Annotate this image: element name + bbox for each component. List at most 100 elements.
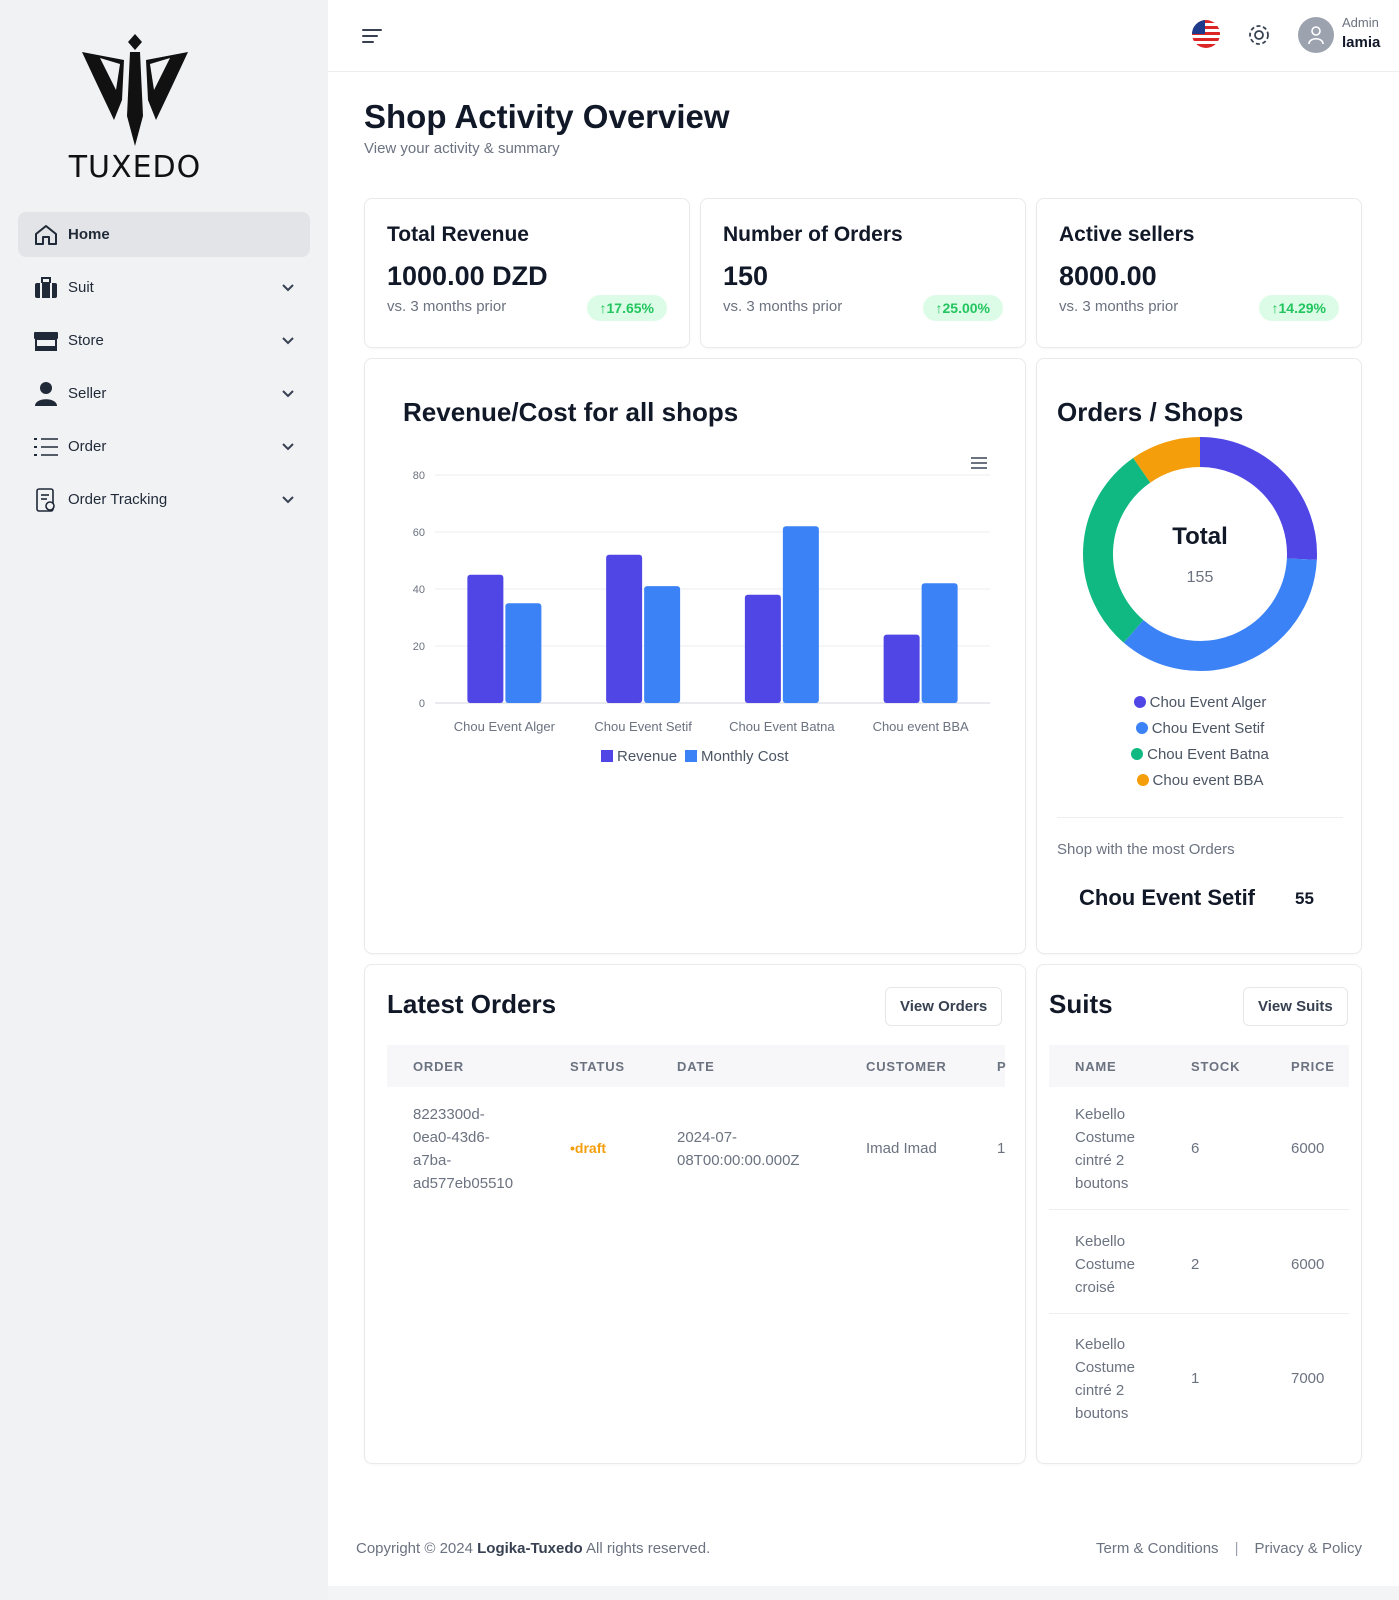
suits-title: Suits — [1049, 989, 1113, 1019]
sidebar-item-label: Store — [68, 332, 104, 349]
legend-item[interactable]: Chou Event Alger — [1037, 689, 1363, 715]
order-id[interactable]: 8223300d- 0ea0-43d6- a7ba- ad577eb05510 — [413, 1103, 513, 1195]
column-header[interactable]: PRICE — [1291, 1059, 1335, 1074]
stat-value: 1000.00 DZD — [387, 261, 548, 291]
bar-revenue — [883, 634, 920, 703]
legend-label: Monthly Cost — [701, 748, 789, 765]
footer-links: Term & Conditions | Privacy & Policy — [1096, 1540, 1362, 1557]
bar-monthly-cost — [782, 526, 819, 703]
most-orders-value: 55 — [1295, 889, 1314, 908]
latest-orders-card: Latest Orders View Orders ORDER STATUS D… — [364, 964, 1026, 1464]
legend-marker — [685, 750, 697, 762]
store-icon — [32, 327, 60, 355]
stat-card-active-sellers: Active sellers 8000.00 vs. 3 months prio… — [1036, 198, 1362, 348]
avatar[interactable] — [1298, 17, 1334, 53]
most-orders-shop: Chou Event Setif — [1079, 885, 1256, 910]
suit-price: 7000 — [1291, 1370, 1325, 1387]
suit-stock: 2 — [1191, 1256, 1200, 1273]
sidebar-item-label: Suit — [68, 279, 94, 296]
view-suits-button[interactable]: View Suits — [1243, 987, 1348, 1026]
suits-card: Suits View Suits NAME STOCK PRICE Kebell… — [1036, 964, 1362, 1464]
stat-comparison: vs. 3 months prior — [723, 298, 843, 315]
sidebar-item-label: Order Tracking — [68, 491, 168, 508]
legend-marker — [1131, 748, 1144, 760]
row-divider — [1049, 1209, 1349, 1210]
settings-gear-icon[interactable] — [1246, 22, 1272, 48]
sidebar-item-home[interactable]: Home — [18, 212, 310, 257]
user-icon — [32, 380, 60, 408]
legend-item[interactable]: Chou event BBA — [1037, 767, 1363, 793]
donut-center-value: 155 — [1187, 569, 1214, 586]
orders-shops-donut-chart: Total 155 — [1083, 437, 1317, 671]
home-icon — [32, 221, 60, 249]
revenue-cost-chart-card: Revenue/Cost for all shops 0 20 40 60 80 Chou… — [364, 358, 1026, 954]
donut-slice — [1083, 457, 1151, 643]
user-role: Admin — [1342, 15, 1379, 30]
donut-legend: Chou Event Alger Chou Event Setif Chou Eve… — [1037, 689, 1363, 793]
view-orders-button[interactable]: View Orders — [885, 987, 1003, 1026]
legend-marker — [1133, 696, 1146, 708]
brand-logo[interactable]: TUXEDO — [60, 30, 210, 185]
legend-marker — [1135, 722, 1148, 734]
column-header[interactable]: CUSTOMER — [866, 1059, 947, 1074]
stat-title: Active sellers — [1059, 223, 1195, 246]
legend-label: Revenue — [617, 748, 677, 765]
stat-card-total-revenue: Total Revenue 1000.00 DZD vs. 3 months p… — [364, 198, 690, 348]
sidebar: TUXEDO Home Suit Store Seller Order Orde… — [0, 0, 328, 1600]
column-header[interactable]: STOCK — [1191, 1059, 1240, 1074]
privacy-link[interactable]: Privacy & Policy — [1254, 1540, 1362, 1557]
chevron-down-icon[interactable] — [280, 333, 296, 349]
sidebar-item-order[interactable]: Order — [18, 424, 310, 469]
chevron-down-icon[interactable] — [280, 386, 296, 402]
suit-name: Kebello Costume cintré 2 boutons — [1075, 1106, 1136, 1192]
footer-copyright: Copyright © 2024 Logika-Tuxedo All right… — [356, 1540, 710, 1557]
customer-name: Imad Imad — [866, 1140, 937, 1157]
y-tick-label: 0 — [419, 698, 425, 710]
footer-separator: | — [1234, 1540, 1239, 1557]
price-cell: 1 — [997, 1140, 1006, 1157]
page-subtitle: View your activity & summary — [364, 140, 560, 157]
legend-item[interactable]: Chou Event Setif — [1037, 715, 1363, 741]
stat-comparison: vs. 3 months prior — [387, 298, 507, 315]
sidebar-item-label: Order — [68, 438, 107, 455]
sidebar-item-order-tracking[interactable]: Order Tracking — [18, 477, 310, 522]
chevron-down-icon[interactable] — [280, 439, 296, 455]
donut-slice — [1123, 558, 1317, 671]
growth-badge: ↑25.00% — [922, 295, 1003, 321]
us-flag-icon[interactable] — [1192, 20, 1220, 48]
user-name[interactable]: lamia — [1342, 34, 1380, 51]
sidebar-item-store[interactable]: Store — [18, 318, 310, 363]
terms-link[interactable]: Term & Conditions — [1096, 1540, 1219, 1557]
main-content: Shop Activity Overview View your activit… — [328, 72, 1399, 1586]
suit-price: 6000 — [1291, 1140, 1325, 1157]
orders-shops-card: Orders / Shops Total 155 Chou Event Alger… — [1036, 358, 1362, 954]
y-tick-label: 40 — [413, 584, 425, 596]
column-header[interactable]: DATE — [677, 1059, 715, 1074]
menu-toggle-icon[interactable] — [360, 24, 384, 48]
column-header[interactable]: STATUS — [570, 1059, 625, 1074]
sidebar-item-seller[interactable]: Seller — [18, 371, 310, 416]
y-tick-label: 60 — [413, 527, 425, 539]
legend-label: Chou Event Setif — [1151, 719, 1265, 737]
suit-name: Kebello Costume croisé — [1075, 1233, 1136, 1296]
suit-stock: 1 — [1191, 1370, 1200, 1387]
orders-table-header: ORDER STATUS DATE CUSTOMER P — [387, 1045, 1006, 1087]
legend-label: Chou Event Batna — [1147, 745, 1269, 763]
order-date: 2024-07- 08T00:00:00.000Z — [677, 1129, 800, 1169]
tuxedo-logo-icon — [82, 34, 188, 146]
status-badge: •draft — [570, 1140, 607, 1156]
sidebar-item-suit[interactable]: Suit — [18, 265, 310, 310]
legend-marker — [601, 750, 613, 762]
divider — [1057, 817, 1343, 818]
column-header[interactable]: NAME — [1075, 1059, 1116, 1074]
topbar: Admin lamia — [328, 0, 1399, 72]
sidebar-item-label: Seller — [68, 385, 107, 402]
chevron-down-icon[interactable] — [280, 492, 296, 508]
y-tick-label: 80 — [413, 470, 425, 482]
x-tick-label: Chou Event Alger — [454, 719, 556, 734]
list-icon — [32, 433, 60, 461]
chevron-down-icon[interactable] — [280, 280, 296, 296]
column-header[interactable]: ORDER — [413, 1059, 464, 1074]
legend-item[interactable]: Chou Event Batna — [1037, 741, 1363, 767]
column-header[interactable]: P — [997, 1059, 1006, 1074]
